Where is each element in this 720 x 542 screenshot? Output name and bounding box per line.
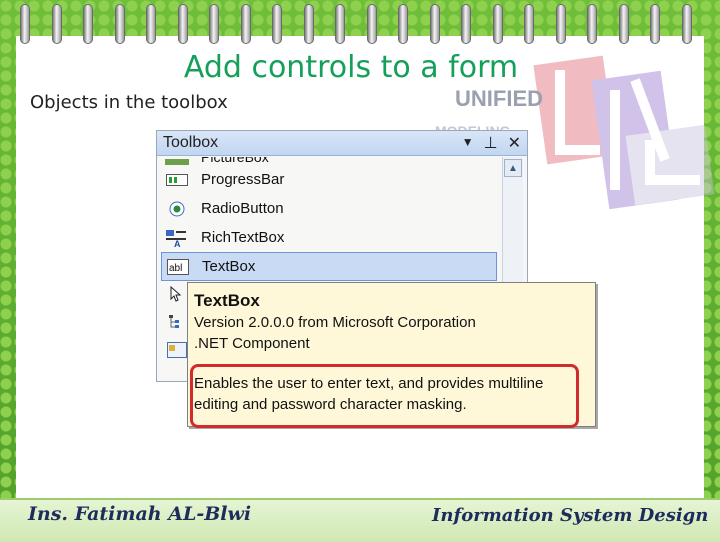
- pin-icon[interactable]: ⊥: [484, 133, 498, 153]
- svg-text:A: A: [174, 239, 181, 247]
- tooltip-version: Version 2.0.0.0 from Microsoft Corporati…: [194, 314, 476, 331]
- svg-text:abl: abl: [169, 263, 182, 274]
- binder-ring: [618, 4, 629, 44]
- toolbox-item-progressbar[interactable]: ProgressBar: [161, 165, 497, 194]
- binder-ring: [681, 4, 692, 44]
- binder-ring: [20, 4, 30, 44]
- description-highlight-box: [190, 364, 579, 428]
- toolbox-item-label: PictureBox: [201, 157, 269, 165]
- toolbox-item-label: ProgressBar: [201, 171, 285, 188]
- toolbox-item-picturebox[interactable]: PictureBox: [161, 157, 497, 165]
- binder-ring: [209, 4, 219, 44]
- footer-course: Information System Design: [432, 505, 709, 526]
- radiobutton-icon: [165, 200, 189, 218]
- footer-author: Ins. Fatimah AL-Blwi: [28, 503, 252, 525]
- toolbox-item-radiobutton[interactable]: RadioButton: [161, 194, 497, 223]
- toolbox-item-textbox[interactable]: abl TextBox: [161, 252, 497, 281]
- binder-ring: [524, 4, 534, 44]
- binder-ring: [492, 4, 503, 44]
- binder-ring: [272, 4, 282, 44]
- scroll-up-button[interactable]: ▲: [504, 159, 522, 177]
- pointer-icon[interactable]: [165, 283, 189, 305]
- tooltip-control-name: TextBox: [194, 291, 260, 310]
- toolbox-header: Toolbox ▼ ⊥ ✕: [157, 131, 527, 156]
- binder-ring: [366, 4, 377, 44]
- picturebox-icon: [165, 159, 189, 165]
- textbox-icon: abl: [166, 258, 190, 276]
- treeview-icon[interactable]: [165, 311, 189, 333]
- page-title: Add controls to a form: [183, 50, 519, 85]
- binder-ring: [83, 4, 93, 44]
- binder-ring: [146, 4, 156, 44]
- binder-ring: [555, 4, 566, 44]
- binder-ring: [114, 4, 125, 44]
- binder-ring: [51, 4, 62, 44]
- dropdown-icon[interactable]: ▼: [462, 133, 474, 153]
- binder-ring: [429, 4, 440, 44]
- binder-ring: [650, 4, 660, 44]
- toolbox-item-label: RadioButton: [201, 200, 284, 217]
- logo-text-unified: UNIFIED: [455, 86, 543, 111]
- binder-ring: [398, 4, 408, 44]
- binder-ring: [177, 4, 188, 44]
- binder-ring: [461, 4, 471, 44]
- binder-ring: [587, 4, 597, 44]
- toolbox-item-richtextbox[interactable]: A RichTextBox: [161, 223, 497, 252]
- toolbox-item-label: RichTextBox: [201, 229, 285, 246]
- richtextbox-icon: A: [165, 229, 189, 247]
- close-icon[interactable]: ✕: [508, 133, 521, 153]
- toolbox-title: Toolbox: [163, 134, 219, 151]
- webbrowser-icon[interactable]: [165, 339, 189, 361]
- page-subtitle: Objects in the toolbox: [30, 92, 228, 113]
- binder-ring: [303, 4, 314, 44]
- progressbar-icon: [165, 171, 189, 189]
- binder-ring: [335, 4, 345, 44]
- binder-ring: [240, 4, 251, 44]
- tooltip-component-type: .NET Component: [194, 335, 310, 352]
- toolbox-item-label: TextBox: [202, 258, 256, 275]
